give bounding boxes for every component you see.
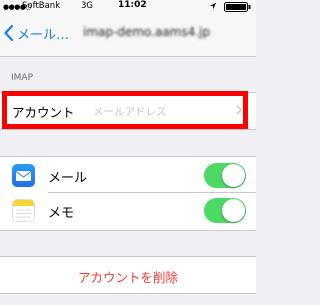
delete-account-label: アカウントを削除 (77, 270, 178, 285)
navigation-bar: メール… imap-demo.aams4.jp (0, 14, 256, 57)
status-time: 11:02 (118, 0, 147, 10)
carrier-name: SoftBank (22, 1, 61, 11)
battery-icon (224, 2, 251, 12)
delete-account-button[interactable]: アカウントを削除 (0, 256, 256, 294)
network-type: 3G (81, 1, 93, 11)
section-header-imap: IMAP (11, 73, 34, 83)
back-button[interactable]: メール… (17, 24, 69, 43)
status-bar: ●●●●○ SoftBank 3G 11:02 (0, 0, 256, 14)
row-divider (48, 192, 256, 193)
notes-toggle[interactable] (204, 198, 246, 223)
mail-toggle[interactable] (204, 163, 246, 188)
toggle-knob (222, 164, 245, 187)
mail-icon (12, 164, 35, 187)
page-title: imap-demo.aams4.jp (83, 25, 211, 39)
location-arrow-icon (209, 2, 217, 10)
toggle-knob (222, 199, 245, 222)
account-row-highlight[interactable] (2, 91, 248, 129)
notes-icon (12, 199, 35, 222)
chevron-left-icon[interactable] (4, 25, 13, 41)
toggle-label-notes: メモ (48, 206, 75, 221)
toggle-label-mail: メール (48, 171, 88, 186)
